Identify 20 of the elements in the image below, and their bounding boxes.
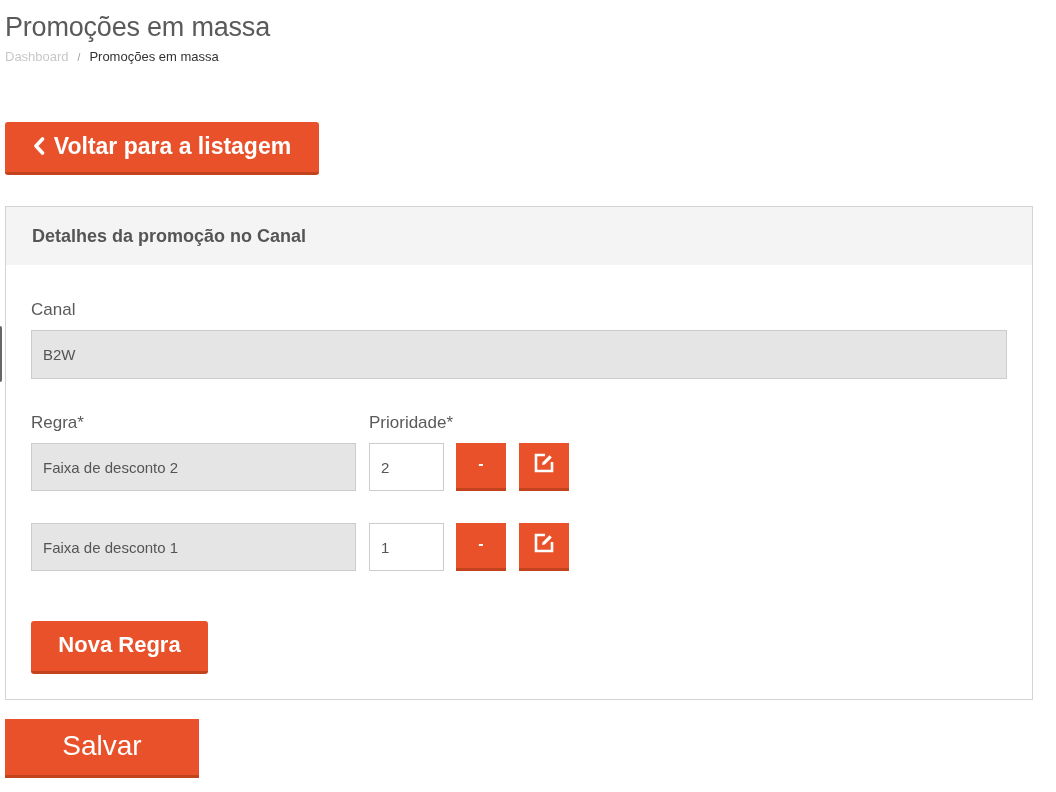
save-button[interactable]: Salvar bbox=[5, 719, 199, 778]
remove-button[interactable]: - bbox=[456, 523, 506, 571]
new-rule-button[interactable]: Nova Regra bbox=[31, 621, 208, 674]
edit-button[interactable] bbox=[519, 523, 569, 571]
side-handle bbox=[0, 326, 2, 382]
breadcrumb-current: Promoções em massa bbox=[89, 49, 219, 65]
field-label: Prioridade* bbox=[369, 412, 454, 434]
field-label: Canal bbox=[31, 299, 76, 321]
chevron-left-icon bbox=[32, 137, 45, 155]
breadcrumb-separator: / bbox=[77, 51, 81, 65]
page-title: Promoções em massa bbox=[5, 11, 270, 43]
panel-title: Detalhes da promoção no Canal bbox=[32, 225, 307, 247]
priority-field[interactable]: 2 bbox=[369, 443, 444, 491]
back-button[interactable]: Voltar para a listagem bbox=[5, 122, 319, 175]
edit-icon bbox=[534, 452, 554, 473]
remove-button[interactable]: - bbox=[456, 443, 506, 491]
edit-icon bbox=[534, 532, 554, 553]
priority-field[interactable]: 1 bbox=[369, 523, 444, 571]
field-label: Regra* bbox=[31, 412, 84, 434]
edit-button[interactable] bbox=[519, 443, 569, 491]
